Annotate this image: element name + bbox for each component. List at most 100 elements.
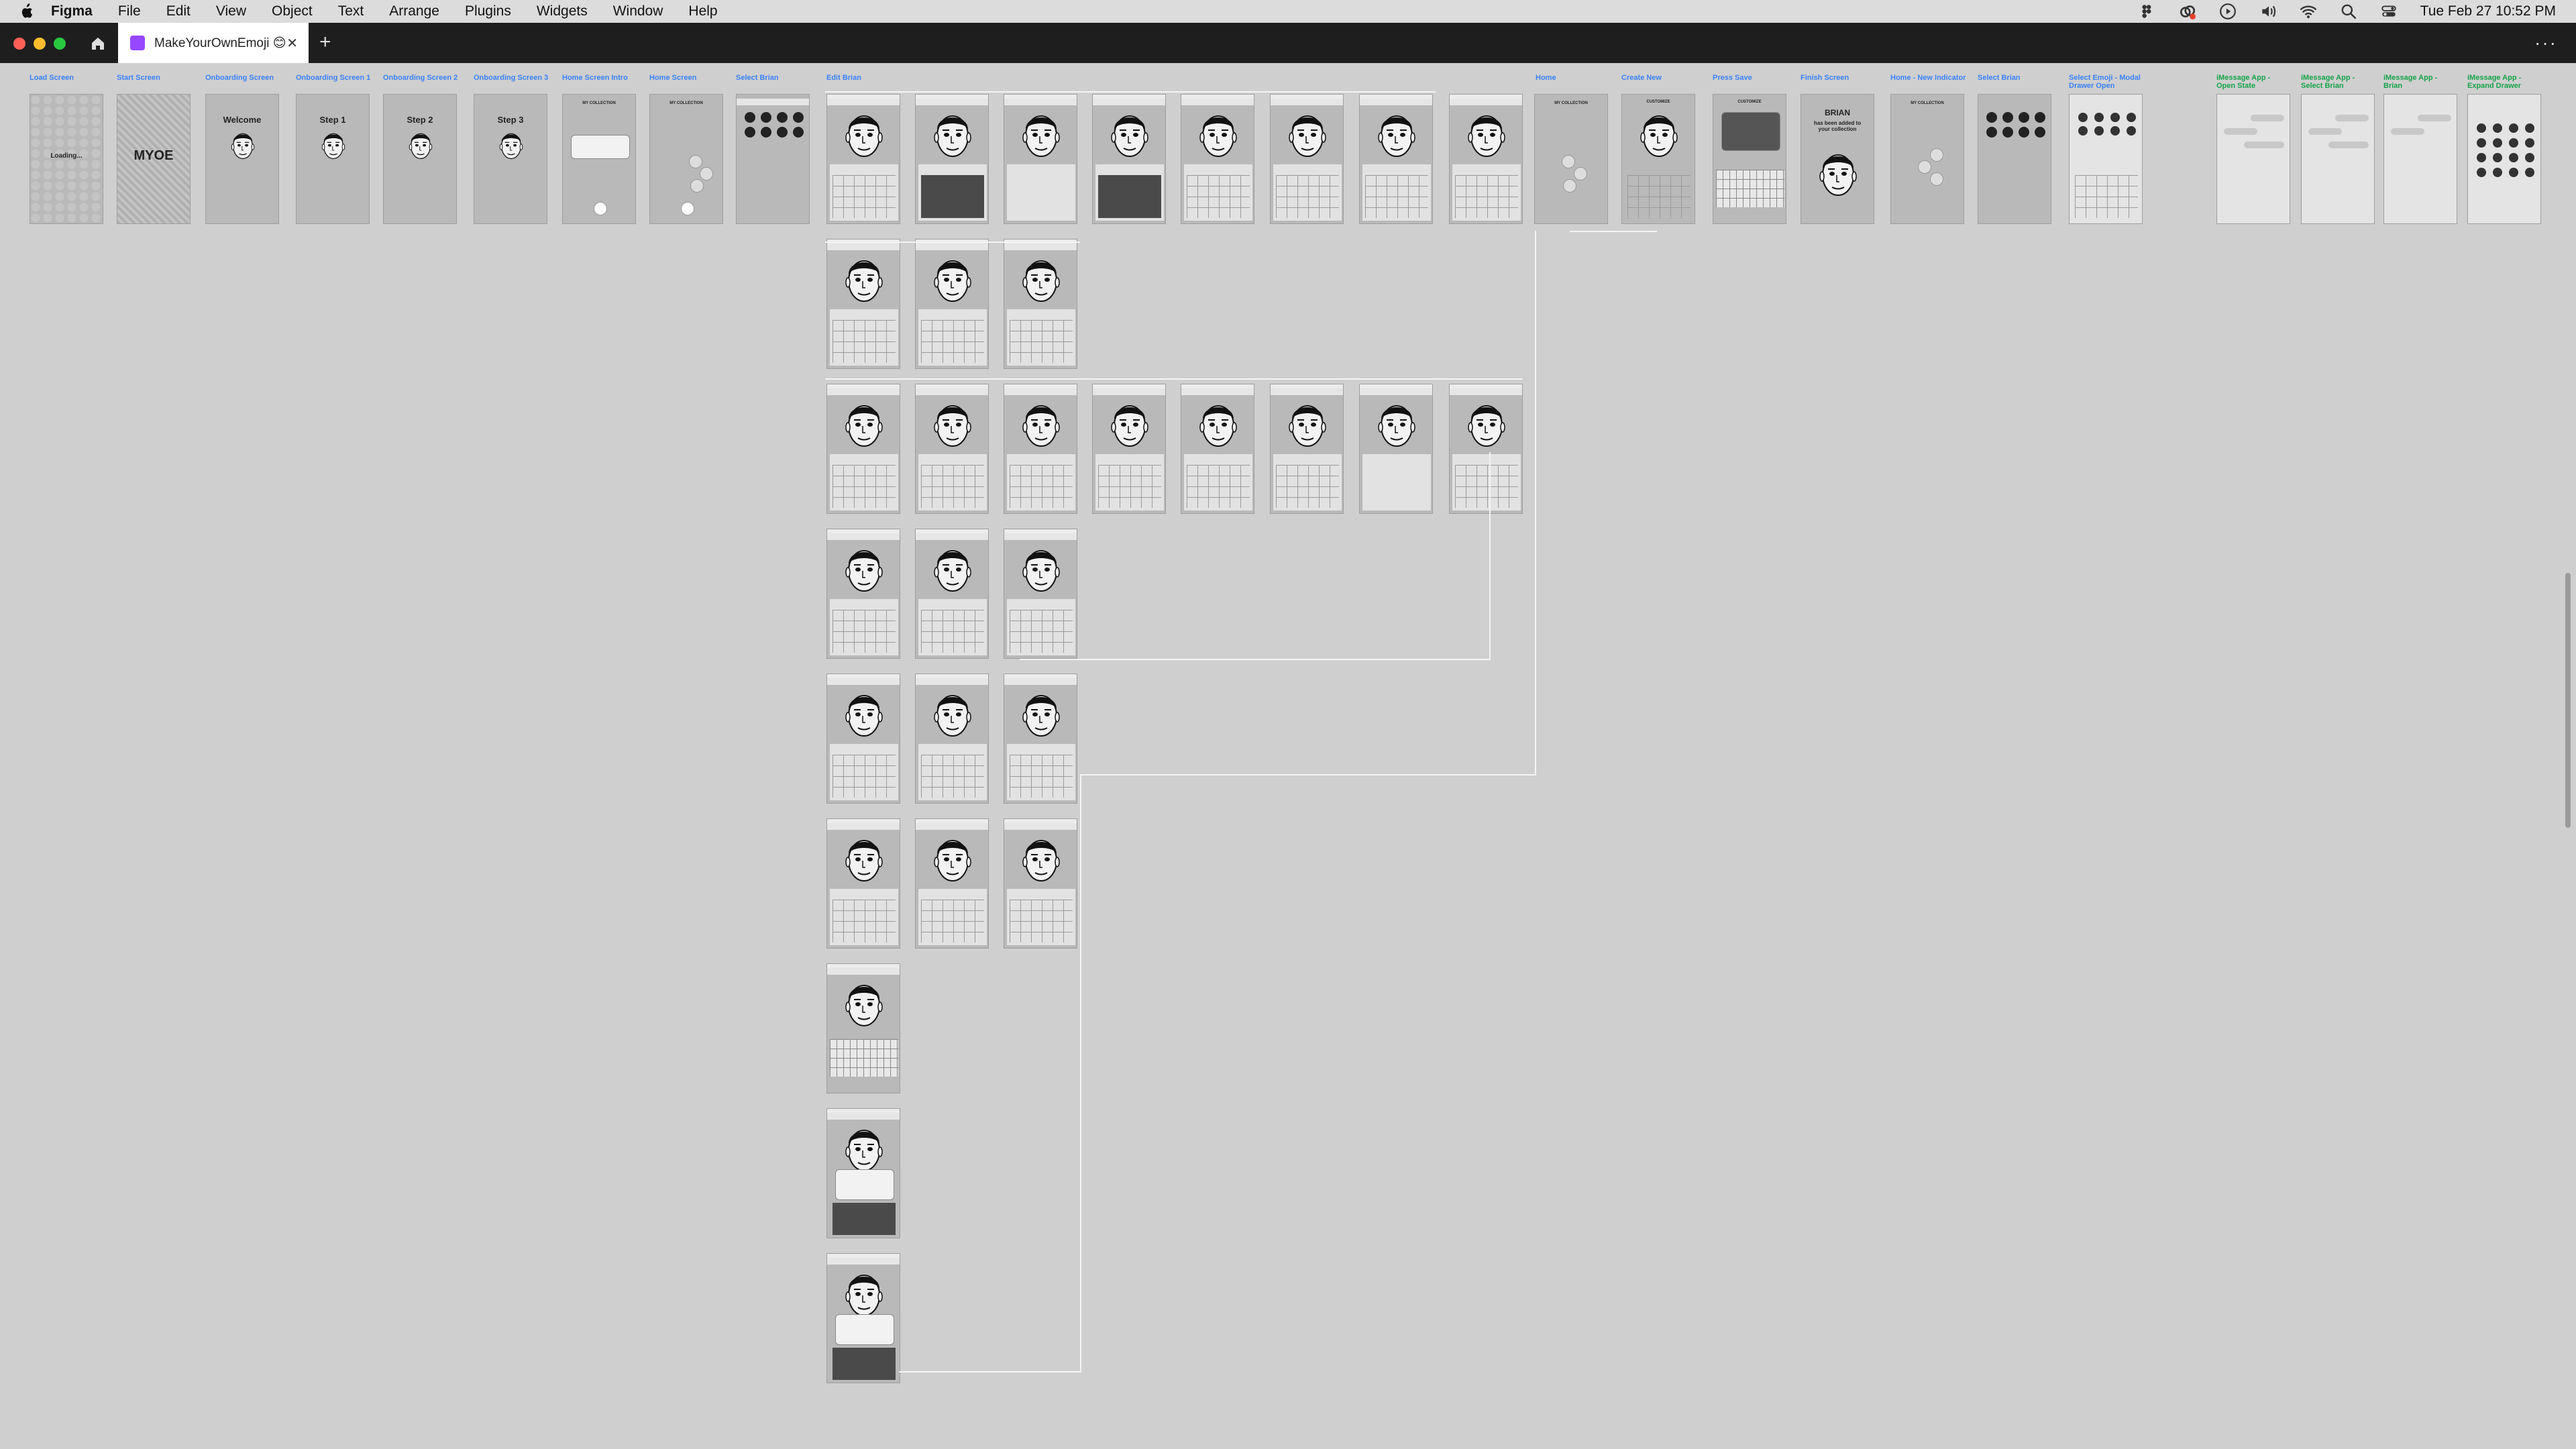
- frame-onboarding-1[interactable]: Step 1: [296, 94, 370, 224]
- frame-edit-brian[interactable]: [915, 384, 989, 514]
- frame-edit-brian[interactable]: [915, 239, 989, 369]
- frame-edit-brian[interactable]: [1449, 94, 1523, 224]
- home-tab[interactable]: [86, 32, 110, 55]
- window-minimize-button[interactable]: [34, 38, 46, 50]
- frame-edit-brian[interactable]: [1004, 674, 1077, 804]
- frame-label-load-screen[interactable]: Load Screen: [30, 74, 74, 82]
- window-zoom-button[interactable]: [54, 38, 66, 50]
- window-close-button[interactable]: [13, 38, 25, 50]
- wifi-icon[interactable]: [2300, 3, 2317, 20]
- frame-label-home-screen-intro[interactable]: Home Screen Intro: [562, 74, 628, 82]
- frame-select-brian-2[interactable]: [1978, 94, 2051, 224]
- frame-label-imessage-open[interactable]: iMessage App - Open State: [2216, 74, 2284, 90]
- frame-edit-brian[interactable]: [915, 818, 989, 949]
- frame-onboarding-screen[interactable]: Welcome: [205, 94, 279, 224]
- frame-label-home-screen[interactable]: Home Screen: [649, 74, 696, 82]
- close-tab-icon[interactable]: ✕: [286, 35, 298, 52]
- frame-edit-brian[interactable]: [1092, 384, 1166, 514]
- frame-onboarding-3[interactable]: Step 3: [474, 94, 547, 224]
- frame-load-screen[interactable]: Loading...: [30, 94, 103, 224]
- frame-edit-brian[interactable]: [826, 674, 900, 804]
- frame-edit-brian[interactable]: [1004, 384, 1077, 514]
- creative-cloud-icon[interactable]: [2179, 3, 2196, 20]
- frame-label-onboarding-screen[interactable]: Onboarding Screen: [205, 74, 274, 82]
- frame-edit-brian[interactable]: [1181, 94, 1254, 224]
- frame-press-save[interactable]: CUSTOMIZE: [1713, 94, 1786, 224]
- frame-label-onboarding-2[interactable]: Onboarding Screen 2: [383, 74, 458, 82]
- frame-edit-brian[interactable]: [1092, 94, 1166, 224]
- figma-icon[interactable]: [2139, 3, 2156, 20]
- frame-select-brian[interactable]: [736, 94, 810, 224]
- menu-view[interactable]: View: [216, 3, 246, 19]
- frame-edit-brian[interactable]: [1359, 94, 1433, 224]
- frame-label-onboarding-3[interactable]: Onboarding Screen 3: [474, 74, 548, 82]
- frame-edit-brian[interactable]: [915, 529, 989, 659]
- frame-home-new-indicator[interactable]: MY COLLECTION: [1890, 94, 1964, 224]
- menu-plugins[interactable]: Plugins: [465, 3, 511, 19]
- frame-edit-brian[interactable]: [1004, 239, 1077, 369]
- overflow-menu-button[interactable]: ···: [2534, 32, 2557, 54]
- menu-text[interactable]: Text: [338, 3, 364, 19]
- frame-label-select-brian-2[interactable]: Select Brian: [1978, 74, 2021, 82]
- frame-edit-brian[interactable]: [1449, 384, 1523, 514]
- frame-home[interactable]: MY COLLECTION: [1534, 94, 1608, 224]
- vertical-scrollbar[interactable]: [2565, 573, 2571, 828]
- control-center-icon[interactable]: [2380, 3, 2398, 20]
- frame-edit-brian[interactable]: [826, 1108, 900, 1238]
- frame-label-imessage-brian[interactable]: iMessage App - Brian: [2383, 74, 2451, 90]
- menu-file[interactable]: File: [118, 3, 141, 19]
- frame-label-finish-screen[interactable]: Finish Screen: [1801, 74, 1849, 82]
- file-tab[interactable]: MakeYourOwnEmoji 😊 ✕: [118, 23, 309, 63]
- frame-onboarding-2[interactable]: Step 2: [383, 94, 457, 224]
- frame-label-home-new-indicator[interactable]: Home - New Indicator: [1890, 74, 1966, 82]
- frame-create-new[interactable]: CUSTOMIZE: [1621, 94, 1695, 224]
- menu-bar-clock[interactable]: Tue Feb 27 10:52 PM: [2420, 3, 2556, 19]
- frame-label-select-emoji-modal[interactable]: Select Emoji - Modal Drawer Open: [2069, 74, 2143, 90]
- frame-imessage-expand[interactable]: [2467, 94, 2541, 224]
- menu-help[interactable]: Help: [688, 3, 717, 19]
- menu-object[interactable]: Object: [272, 3, 313, 19]
- frame-edit-brian[interactable]: [1004, 529, 1077, 659]
- frame-label-edit-brian[interactable]: Edit Brian: [826, 74, 861, 82]
- frame-edit-brian[interactable]: [1359, 384, 1433, 514]
- frame-imessage-open[interactable]: [2216, 94, 2290, 224]
- frame-imessage-brian[interactable]: [2383, 94, 2457, 224]
- menu-figma[interactable]: Figma: [51, 3, 93, 19]
- frame-home-screen-intro[interactable]: MY COLLECTION: [562, 94, 636, 224]
- frame-label-imessage-expand[interactable]: iMessage App - Expand Drawer: [2467, 74, 2534, 90]
- frame-edit-brian[interactable]: [1181, 384, 1254, 514]
- frame-imessage-select[interactable]: [2301, 94, 2375, 224]
- frame-edit-brian[interactable]: [1004, 818, 1077, 949]
- frame-edit-brian[interactable]: [826, 818, 900, 949]
- frame-edit-brian[interactable]: [915, 94, 989, 224]
- frame-start-screen[interactable]: MYOE: [117, 94, 191, 224]
- menu-window[interactable]: Window: [613, 3, 663, 19]
- frame-label-onboarding-1[interactable]: Onboarding Screen 1: [296, 74, 370, 82]
- frame-edit-brian[interactable]: [915, 674, 989, 804]
- frame-edit-brian[interactable]: [826, 94, 900, 224]
- frame-edit-brian[interactable]: [1270, 384, 1344, 514]
- frame-home-screen[interactable]: MY COLLECTION: [649, 94, 723, 224]
- volume-icon[interactable]: [2259, 3, 2277, 20]
- frame-edit-brian[interactable]: [1004, 94, 1077, 224]
- search-icon[interactable]: [2340, 3, 2357, 20]
- frame-edit-brian[interactable]: [826, 963, 900, 1093]
- frame-label-select-brian[interactable]: Select Brian: [736, 74, 779, 82]
- menu-widgets[interactable]: Widgets: [537, 3, 588, 19]
- menu-arrange[interactable]: Arrange: [389, 3, 439, 19]
- new-tab-button[interactable]: +: [319, 32, 331, 52]
- frame-edit-brian[interactable]: [826, 239, 900, 369]
- frame-select-emoji-modal[interactable]: [2069, 94, 2143, 224]
- frame-edit-brian[interactable]: [826, 529, 900, 659]
- frame-label-press-save[interactable]: Press Save: [1713, 74, 1752, 82]
- menu-edit[interactable]: Edit: [166, 3, 191, 19]
- frame-label-home[interactable]: Home: [1536, 74, 1556, 82]
- frame-label-imessage-select[interactable]: iMessage App - Select Brian: [2301, 74, 2368, 90]
- frame-edit-brian[interactable]: [826, 1253, 900, 1383]
- frame-edit-brian[interactable]: [1270, 94, 1344, 224]
- apple-logo-icon[interactable]: [19, 3, 34, 19]
- frame-label-create-new[interactable]: Create New: [1621, 74, 1662, 82]
- play-icon[interactable]: [2219, 3, 2237, 20]
- frame-edit-brian[interactable]: [826, 384, 900, 514]
- frame-label-start-screen[interactable]: Start Screen: [117, 74, 160, 82]
